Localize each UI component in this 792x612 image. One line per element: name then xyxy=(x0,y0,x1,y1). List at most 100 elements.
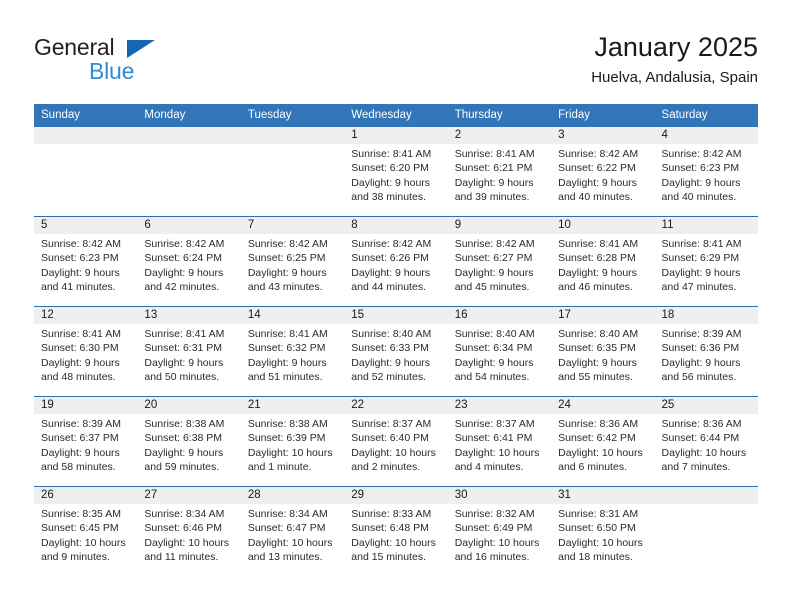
sunrise-text: Sunrise: 8:40 AM xyxy=(558,328,639,340)
day-sun-info: Sunrise: 8:39 AM Sunset: 6:37 PM Daylight:… xyxy=(34,414,137,474)
daylight-text-line1: Daylight: 10 hours xyxy=(661,446,747,459)
sunset-text: Sunset: 6:29 PM xyxy=(661,252,740,265)
calendar-day-cell[interactable]: 11 Sunrise: 8:41 AM Sunset: 6:29 PM Dayligh… xyxy=(654,217,758,306)
calendar-day-cell[interactable]: 9 Sunrise: 8:42 AM Sunset: 6:27 PM Daylight… xyxy=(447,217,552,306)
sunrise-text: Sunrise: 8:41 AM xyxy=(41,328,121,340)
calendar-day-cell[interactable]: 22 Sunrise: 8:37 AM Sunset: 6:40 PM Dayligh… xyxy=(344,397,448,486)
calendar-day-cell[interactable]: 17 Sunrise: 8:40 AM Sunset: 6:35 PM Dayligh… xyxy=(551,307,655,396)
day-number: 2 xyxy=(447,127,552,144)
calendar-day-cell-empty xyxy=(34,127,138,216)
calendar-day-cell[interactable]: 14 Sunrise: 8:41 AM Sunset: 6:32 PM Dayligh… xyxy=(240,307,345,396)
sunset-text: Sunset: 6:38 PM xyxy=(144,432,223,445)
calendar-week-row: 1 Sunrise: 8:41 AM Sunset: 6:20 PM Daylight… xyxy=(34,127,758,216)
sunrise-text: Sunrise: 8:41 AM xyxy=(144,328,225,340)
day-number: 9 xyxy=(447,217,552,234)
calendar-day-cell[interactable]: 24 Sunrise: 8:36 AM Sunset: 6:42 PM Dayligh… xyxy=(551,397,655,486)
sunrise-text: Sunrise: 8:31 AM xyxy=(558,508,639,520)
day-number: 10 xyxy=(551,217,655,234)
calendar-day-cell[interactable]: 16 Sunrise: 8:40 AM Sunset: 6:34 PM Dayligh… xyxy=(447,307,552,396)
calendar-day-cell[interactable]: 13 Sunrise: 8:41 AM Sunset: 6:31 PM Dayligh… xyxy=(137,307,241,396)
calendar-day-cell[interactable]: 29 Sunrise: 8:33 AM Sunset: 6:48 PM Dayligh… xyxy=(344,487,448,576)
calendar-day-cell[interactable]: 7 Sunrise: 8:42 AM Sunset: 6:25 PM Daylight… xyxy=(240,217,345,306)
daylight-text-line1: Daylight: 10 hours xyxy=(144,536,230,549)
daylight-text-line1: Daylight: 9 hours xyxy=(558,356,637,369)
day-sun-info: Sunrise: 8:42 AM Sunset: 6:25 PM Daylight:… xyxy=(241,234,344,294)
calendar-day-cell[interactable]: 6 Sunrise: 8:42 AM Sunset: 6:24 PM Daylight… xyxy=(137,217,241,306)
calendar-day-cell[interactable]: 1 Sunrise: 8:41 AM Sunset: 6:20 PM Daylight… xyxy=(344,127,448,216)
sunset-text: Sunset: 6:23 PM xyxy=(661,162,740,175)
sunrise-text: Sunrise: 8:32 AM xyxy=(454,508,535,520)
calendar-day-cell[interactable]: 4 Sunrise: 8:42 AM Sunset: 6:23 PM Daylight… xyxy=(654,127,758,216)
sunset-text: Sunset: 6:44 PM xyxy=(661,432,740,445)
day-sun-info: Sunrise: 8:42 AM Sunset: 6:24 PM Daylight:… xyxy=(137,234,240,294)
day-number: 31 xyxy=(551,487,655,504)
calendar-week-row: 12 Sunrise: 8:41 AM Sunset: 6:30 PM Dayligh… xyxy=(34,306,758,396)
calendar-day-cell[interactable]: 25 Sunrise: 8:36 AM Sunset: 6:44 PM Dayligh… xyxy=(654,397,758,486)
daylight-text-line1: Daylight: 9 hours xyxy=(661,356,741,369)
day-sun-info: Sunrise: 8:42 AM Sunset: 6:27 PM Daylight:… xyxy=(448,234,551,294)
sunset-text: Sunset: 6:46 PM xyxy=(144,522,223,535)
brand-logo[interactable]: General Blue xyxy=(34,34,234,90)
daylight-text-line1: Daylight: 9 hours xyxy=(661,176,741,189)
daylight-text-line2: and 4 minutes. xyxy=(454,460,524,473)
calendar-day-cell[interactable]: 3 Sunrise: 8:42 AM Sunset: 6:22 PM Daylight… xyxy=(551,127,655,216)
sunset-text: Sunset: 6:31 PM xyxy=(144,342,223,355)
sunrise-text: Sunrise: 8:37 AM xyxy=(351,418,432,430)
daylight-text-line2: and 13 minutes. xyxy=(247,550,323,563)
sunrise-text: Sunrise: 8:38 AM xyxy=(144,418,225,430)
calendar-week-row: 19 Sunrise: 8:39 AM Sunset: 6:37 PM Dayligh… xyxy=(34,396,758,486)
day-number: 8 xyxy=(344,217,448,234)
sunset-text: Sunset: 6:22 PM xyxy=(558,162,636,175)
calendar-weeks: 1 Sunrise: 8:41 AM Sunset: 6:20 PM Daylight… xyxy=(34,127,758,576)
daylight-text-line1: Daylight: 10 hours xyxy=(351,536,436,549)
day-number: 20 xyxy=(137,397,241,414)
weekday-header-saturday: Saturday xyxy=(661,109,708,121)
day-number: 28 xyxy=(240,487,345,504)
day-sun-info: Sunrise: 8:32 AM Sunset: 6:49 PM Daylight:… xyxy=(448,504,551,564)
sunrise-text: Sunrise: 8:41 AM xyxy=(351,148,432,160)
day-sun-info: Sunrise: 8:37 AM Sunset: 6:40 PM Daylight:… xyxy=(344,414,447,474)
sunset-text: Sunset: 6:49 PM xyxy=(454,522,533,535)
calendar-day-cell[interactable]: 30 Sunrise: 8:32 AM Sunset: 6:49 PM Dayligh… xyxy=(447,487,552,576)
day-number: 24 xyxy=(551,397,655,414)
logo-secondary-text: Blue xyxy=(89,58,135,84)
sunset-text: Sunset: 6:34 PM xyxy=(454,342,533,355)
sunrise-text: Sunrise: 8:35 AM xyxy=(41,508,121,520)
sunset-text: Sunset: 6:32 PM xyxy=(247,342,326,355)
daylight-text-line2: and 47 minutes. xyxy=(661,280,737,293)
sunset-text: Sunset: 6:42 PM xyxy=(558,432,636,445)
daylight-text-line2: and 40 minutes. xyxy=(558,190,633,203)
day-number: 21 xyxy=(240,397,345,414)
calendar-day-cell[interactable]: 15 Sunrise: 8:40 AM Sunset: 6:33 PM Dayligh… xyxy=(344,307,448,396)
calendar-day-cell[interactable]: 5 Sunrise: 8:42 AM Sunset: 6:23 PM Daylight… xyxy=(34,217,138,306)
daylight-text-line1: Daylight: 9 hours xyxy=(661,266,741,279)
calendar-day-cell[interactable]: 31 Sunrise: 8:31 AM Sunset: 6:50 PM Dayligh… xyxy=(551,487,655,576)
calendar-day-cell[interactable]: 12 Sunrise: 8:41 AM Sunset: 6:30 PM Dayligh… xyxy=(34,307,138,396)
day-sun-info: Sunrise: 8:41 AM Sunset: 6:32 PM Daylight:… xyxy=(241,324,344,384)
daylight-text-line1: Daylight: 9 hours xyxy=(41,446,120,459)
calendar-day-cell[interactable]: 26 Sunrise: 8:35 AM Sunset: 6:45 PM Dayligh… xyxy=(34,487,138,576)
daylight-text-line2: and 44 minutes. xyxy=(351,280,426,293)
calendar-day-cell[interactable]: 2 Sunrise: 8:41 AM Sunset: 6:21 PM Daylight… xyxy=(447,127,552,216)
calendar-day-cell[interactable]: 19 Sunrise: 8:39 AM Sunset: 6:37 PM Dayligh… xyxy=(34,397,138,486)
daylight-text-line2: and 58 minutes. xyxy=(41,460,116,473)
sunrise-text: Sunrise: 8:42 AM xyxy=(661,148,742,160)
sunset-text: Sunset: 6:24 PM xyxy=(144,252,223,265)
calendar-day-cell[interactable]: 27 Sunrise: 8:34 AM Sunset: 6:46 PM Dayligh… xyxy=(137,487,241,576)
day-number: 25 xyxy=(654,397,758,414)
daylight-text-line1: Daylight: 9 hours xyxy=(558,266,637,279)
day-sun-info: Sunrise: 8:42 AM Sunset: 6:23 PM Daylight:… xyxy=(655,144,758,204)
day-sun-info: Sunrise: 8:40 AM Sunset: 6:33 PM Daylight:… xyxy=(344,324,447,384)
calendar-day-cell[interactable]: 23 Sunrise: 8:37 AM Sunset: 6:41 PM Dayligh… xyxy=(447,397,552,486)
sunset-text: Sunset: 6:40 PM xyxy=(351,432,429,445)
calendar-day-cell[interactable]: 10 Sunrise: 8:41 AM Sunset: 6:28 PM Dayligh… xyxy=(551,217,655,306)
day-number: 29 xyxy=(344,487,448,504)
calendar-week-row: 26 Sunrise: 8:35 AM Sunset: 6:45 PM Dayligh… xyxy=(34,486,758,576)
calendar-day-cell[interactable]: 21 Sunrise: 8:38 AM Sunset: 6:39 PM Dayligh… xyxy=(240,397,345,486)
calendar-day-cell[interactable]: 18 Sunrise: 8:39 AM Sunset: 6:36 PM Dayligh… xyxy=(654,307,758,396)
calendar-day-cell[interactable]: 28 Sunrise: 8:34 AM Sunset: 6:47 PM Dayligh… xyxy=(240,487,345,576)
day-number: 14 xyxy=(240,307,345,324)
sunrise-text: Sunrise: 8:40 AM xyxy=(454,328,535,340)
calendar-day-cell[interactable]: 8 Sunrise: 8:42 AM Sunset: 6:26 PM Daylight… xyxy=(344,217,448,306)
calendar-day-cell[interactable]: 20 Sunrise: 8:38 AM Sunset: 6:38 PM Dayligh… xyxy=(137,397,241,486)
